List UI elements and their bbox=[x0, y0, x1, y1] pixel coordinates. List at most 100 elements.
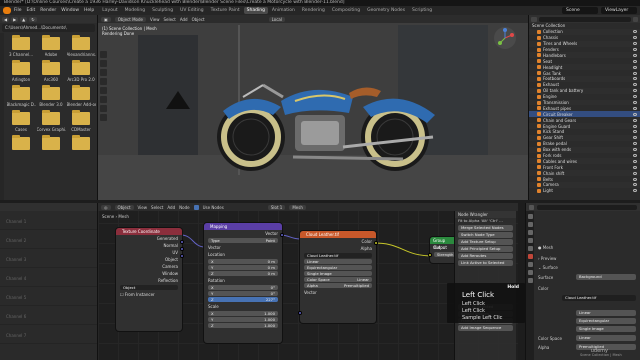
material-field[interactable]: Mesh bbox=[289, 204, 306, 210]
output-socket[interactable] bbox=[180, 254, 184, 258]
from-instancer-checkbox[interactable]: ☐ From Instancer bbox=[116, 291, 182, 298]
scale-z-field[interactable]: Z 1.000 bbox=[208, 323, 278, 328]
menu-window[interactable]: Window bbox=[61, 8, 79, 13]
workspace-tab-scripting[interactable]: Scripting bbox=[409, 7, 435, 14]
object-mode-dropdown[interactable]: Object Mode bbox=[114, 16, 146, 22]
measure-tool-icon[interactable] bbox=[100, 114, 107, 121]
back-arrow-icon[interactable]: ◀ bbox=[2, 16, 10, 22]
eye-icon[interactable] bbox=[633, 77, 637, 81]
transform-orientation-dropdown[interactable]: Local bbox=[268, 16, 285, 22]
render-tab-icon[interactable] bbox=[527, 222, 533, 227]
channel-row[interactable]: Channel 1 bbox=[0, 211, 97, 230]
scene-field[interactable]: Scene bbox=[562, 7, 598, 14]
properties-editor-icon[interactable] bbox=[529, 204, 534, 210]
view-layer-tab-icon[interactable] bbox=[527, 238, 533, 243]
color-space-dropdown[interactable]: Color Space Linear bbox=[304, 277, 372, 282]
outliner-item[interactable]: Light bbox=[529, 188, 640, 194]
scale-tool-icon[interactable] bbox=[100, 87, 107, 94]
3d-viewport[interactable]: ▣ Object Mode View Select Add Object Loc… bbox=[98, 15, 528, 200]
extension-dropdown[interactable]: Single Image bbox=[304, 271, 372, 276]
color-space-field[interactable]: Linear bbox=[576, 335, 636, 341]
add-principled-setup-button[interactable]: Add Principled Setup bbox=[458, 246, 513, 252]
eye-icon[interactable] bbox=[633, 59, 637, 63]
folder-item[interactable]: Arlington bbox=[6, 60, 36, 82]
folder-item[interactable] bbox=[36, 135, 66, 152]
eye-icon[interactable] bbox=[633, 130, 637, 134]
strength-field[interactable]: Strength bbox=[434, 252, 456, 257]
output-socket[interactable] bbox=[374, 241, 378, 245]
output-socket[interactable] bbox=[180, 240, 184, 244]
eye-icon[interactable] bbox=[633, 36, 637, 40]
folder-item[interactable]: Blender Add-ons bbox=[66, 85, 96, 107]
interpolation-dropdown[interactable]: Linear bbox=[304, 259, 372, 264]
projection-dropdown[interactable]: Equirectangular bbox=[304, 265, 372, 270]
eye-icon[interactable] bbox=[633, 177, 637, 181]
merge-selected-button[interactable]: Merge Selected Nodes bbox=[458, 225, 513, 231]
channel-row[interactable]: Channel 2 bbox=[0, 230, 97, 249]
eye-icon[interactable] bbox=[633, 189, 637, 193]
editor-type-icon[interactable]: ◎ bbox=[101, 204, 111, 210]
folder-item[interactable]: Adobe bbox=[36, 35, 66, 57]
eye-icon[interactable] bbox=[633, 65, 637, 69]
output-tab-icon[interactable] bbox=[527, 230, 533, 235]
eye-icon[interactable] bbox=[633, 95, 637, 99]
input-socket[interactable] bbox=[428, 253, 432, 257]
rotation-y-field[interactable]: Y 0° bbox=[208, 291, 278, 296]
surface-section-header[interactable]: ⌄ Surface bbox=[538, 265, 558, 270]
scale-x-field[interactable]: X 1.000 bbox=[208, 311, 278, 316]
viewport-menu-select[interactable]: Select bbox=[163, 17, 175, 22]
interpolation-field[interactable]: Linear bbox=[576, 310, 636, 316]
location-y-field[interactable]: Y0 m bbox=[208, 265, 278, 270]
folder-item[interactable]: Arc3D Pro 2.0 bbox=[66, 60, 96, 82]
workspace-tab-texture-paint[interactable]: Texture Paint bbox=[208, 7, 243, 14]
workspace-tab-rendering[interactable]: Rendering bbox=[299, 7, 328, 14]
eye-icon[interactable] bbox=[633, 112, 637, 116]
refresh-icon[interactable]: ↻ bbox=[29, 16, 37, 22]
preview-section-header[interactable]: › Preview bbox=[538, 256, 556, 261]
object-tab-icon[interactable] bbox=[527, 262, 533, 267]
image-datablock-field[interactable]: Cloud Leather.tif bbox=[304, 253, 372, 258]
location-z-field[interactable]: Z0 m bbox=[208, 271, 278, 276]
output-socket[interactable] bbox=[280, 233, 284, 237]
folder-item[interactable]: Arc360 bbox=[36, 60, 66, 82]
eye-icon[interactable] bbox=[633, 171, 637, 175]
folder-item[interactable] bbox=[66, 135, 96, 152]
eye-icon[interactable] bbox=[633, 154, 637, 158]
menu-render[interactable]: Render bbox=[40, 8, 56, 13]
node-editor-type-dropdown[interactable]: Object bbox=[114, 204, 134, 210]
eye-icon[interactable] bbox=[633, 42, 637, 46]
eye-icon[interactable] bbox=[633, 89, 637, 93]
eye-icon[interactable] bbox=[633, 53, 637, 57]
viewport-menu-view[interactable]: View bbox=[150, 17, 160, 22]
eye-icon[interactable] bbox=[633, 165, 637, 169]
eye-icon[interactable] bbox=[633, 142, 637, 146]
node-menu-view[interactable]: View bbox=[138, 205, 148, 210]
menu-help[interactable]: Help bbox=[84, 8, 94, 13]
folder-item[interactable]: Blender 3.0 bbox=[36, 85, 66, 107]
folder-item[interactable]: Cases bbox=[6, 110, 36, 132]
blender-logo-icon[interactable] bbox=[3, 7, 11, 14]
channel-row[interactable]: Channel 4 bbox=[0, 268, 97, 287]
annotate-tool-icon[interactable] bbox=[100, 105, 107, 112]
transform-tool-icon[interactable] bbox=[100, 96, 107, 103]
channel-row[interactable]: Channel 6 bbox=[0, 306, 97, 325]
node-menu-add[interactable]: Add bbox=[167, 205, 175, 210]
viewport-menu-object[interactable]: Object bbox=[192, 17, 205, 22]
eye-icon[interactable] bbox=[633, 71, 637, 75]
image-texture-node[interactable]: Cloud Leather.tif Color Alpha Cloud Leat… bbox=[300, 231, 376, 323]
eye-icon[interactable] bbox=[633, 183, 637, 187]
material-tab-icon[interactable] bbox=[527, 278, 533, 283]
workspace-tab-modeling[interactable]: Modeling bbox=[122, 7, 148, 14]
add-reroutes-button[interactable]: Add Reroutes bbox=[458, 253, 513, 259]
view-layer-field[interactable]: ViewLayer bbox=[601, 7, 637, 14]
eye-icon[interactable] bbox=[633, 106, 637, 110]
modifier-tab-icon[interactable] bbox=[527, 270, 533, 275]
eye-icon[interactable] bbox=[633, 48, 637, 51]
folder-item[interactable] bbox=[6, 135, 36, 152]
workspace-tab-sculpting[interactable]: Sculpting bbox=[149, 7, 176, 14]
tool-tab-icon[interactable] bbox=[527, 214, 533, 219]
eye-icon[interactable] bbox=[633, 30, 637, 34]
slot-dropdown[interactable]: Slot 1 bbox=[267, 204, 286, 210]
workspace-tab-layout[interactable]: Layout bbox=[99, 7, 120, 14]
input-socket[interactable] bbox=[298, 311, 302, 315]
